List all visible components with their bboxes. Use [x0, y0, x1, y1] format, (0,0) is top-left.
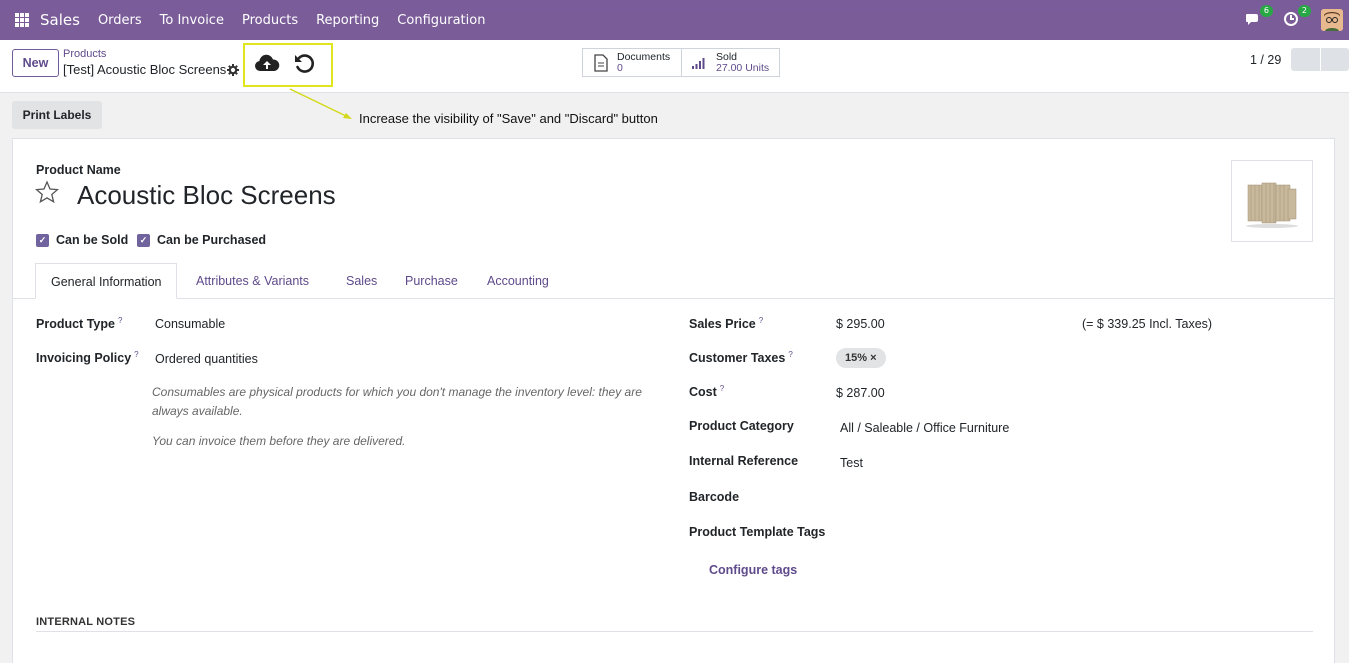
apps-menu-icon[interactable] — [15, 13, 29, 27]
can-be-purchased-checkbox[interactable]: ✓ Can be Purchased — [137, 233, 266, 247]
invoice-help: You can invoice them before they are del… — [152, 434, 406, 448]
configure-tags-link[interactable]: Configure tags — [709, 563, 797, 577]
cost-field[interactable]: $ 287.00 — [836, 386, 885, 400]
checkmark-icon: ✓ — [36, 233, 49, 247]
app-brand[interactable]: Sales — [40, 11, 80, 29]
tab-general-information[interactable]: General Information — [35, 263, 178, 299]
discard-button[interactable] — [292, 52, 316, 74]
product-image[interactable] — [1231, 160, 1313, 242]
can-be-sold-label: Can be Sold — [56, 233, 129, 247]
documents-smart-button[interactable]: Documents 0 — [582, 48, 682, 77]
save-button[interactable] — [254, 52, 280, 74]
product-category-label: Product Category — [689, 419, 794, 433]
help-icon[interactable]: ? — [134, 350, 138, 359]
invoicing-policy-label: Invoicing Policy? — [36, 350, 139, 366]
help-icon[interactable]: ? — [118, 316, 122, 325]
pager-previous-button[interactable] — [1291, 48, 1320, 71]
breadcrumb-parent[interactable]: Products — [63, 48, 106, 60]
breadcrumb-current: [Test] Acoustic Bloc Screens — [63, 62, 227, 77]
divider — [36, 631, 1313, 632]
help-icon[interactable]: ? — [720, 384, 724, 393]
star-icon[interactable] — [34, 180, 60, 210]
gear-icon[interactable] — [227, 64, 239, 79]
signal-icon — [690, 57, 710, 69]
tab-sales[interactable]: Sales — [346, 263, 377, 299]
documents-label: Documents — [617, 50, 671, 63]
top-navbar: Sales Orders To Invoice Products Reporti… — [0, 0, 1349, 40]
tax-tag[interactable]: 15% × — [836, 348, 886, 368]
product-name-field[interactable]: Acoustic Bloc Screens — [77, 180, 336, 211]
pager-value[interactable]: 1 / 29 — [1250, 53, 1281, 67]
menu-configuration[interactable]: Configuration — [397, 13, 485, 28]
can-be-purchased-label: Can be Purchased — [157, 233, 267, 247]
internal-reference-label: Internal Reference — [689, 454, 799, 468]
activities-badge: 2 — [1297, 5, 1311, 17]
checkmark-icon: ✓ — [137, 233, 150, 247]
sales-price-label: Sales Price? — [689, 316, 764, 332]
annotation-text: Increase the visibility of "Save" and "D… — [359, 111, 658, 126]
product-category-field[interactable]: All / Saleable / Office Furniture — [840, 421, 1009, 435]
activities-icon[interactable]: 2 — [1283, 5, 1311, 29]
print-labels-button[interactable]: Print Labels — [12, 101, 102, 129]
menu-products[interactable]: Products — [242, 13, 298, 28]
sold-smart-button[interactable]: Sold 27.00 Units — [681, 48, 780, 77]
messages-badge: 6 — [1259, 5, 1273, 17]
control-panel: New Products [Test] Acoustic Bloc Screen… — [0, 40, 1349, 93]
menu-to-invoice[interactable]: To Invoice — [160, 13, 224, 28]
tab-attributes-variants[interactable]: Attributes & Variants — [196, 263, 309, 299]
help-icon[interactable]: ? — [759, 316, 763, 325]
document-icon — [591, 53, 611, 72]
undo-icon — [295, 54, 314, 73]
form-sheet: Product Name Acoustic Bloc Screens ✓ Can… — [12, 138, 1335, 663]
product-type-field[interactable]: Consumable — [155, 317, 225, 331]
product-name-label: Product Name — [36, 163, 121, 177]
product-type-help: Consumables are physical products for wh… — [152, 385, 642, 418]
help-icon[interactable]: ? — [788, 350, 792, 359]
user-avatar[interactable] — [1321, 9, 1343, 31]
messages-icon[interactable]: 6 — [1245, 5, 1273, 29]
barcode-label: Barcode — [689, 490, 740, 504]
sold-value: 27.00 Units — [716, 61, 770, 74]
documents-value: 0 — [617, 61, 623, 74]
tab-purchase[interactable]: Purchase — [405, 263, 458, 299]
tab-accounting[interactable]: Accounting — [487, 263, 549, 299]
internal-reference-field[interactable]: Test — [840, 456, 863, 470]
product-type-label: Product Type? — [36, 316, 123, 332]
cloud-upload-icon — [255, 54, 280, 71]
incl-taxes-text: (= $ 339.25 Incl. Taxes) — [1082, 317, 1213, 331]
menu-orders[interactable]: Orders — [98, 13, 142, 28]
product-tags-label: Product Template Tags — [689, 525, 826, 539]
cost-label: Cost? — [689, 384, 725, 400]
customer-taxes-label: Customer Taxes? — [689, 350, 793, 366]
new-button[interactable]: New — [12, 49, 59, 77]
sold-label: Sold — [716, 50, 738, 63]
invoicing-policy-field[interactable]: Ordered quantities — [155, 352, 258, 366]
internal-notes-heading: INTERNAL NOTES — [36, 616, 136, 628]
menu-reporting[interactable]: Reporting — [316, 13, 379, 28]
sales-price-field[interactable]: $ 295.00 — [836, 317, 885, 331]
pager-next-button[interactable] — [1321, 48, 1349, 71]
can-be-sold-checkbox[interactable]: ✓ Can be Sold — [36, 233, 128, 247]
notebook-tabs: General Information Attributes & Variant… — [13, 263, 1334, 299]
